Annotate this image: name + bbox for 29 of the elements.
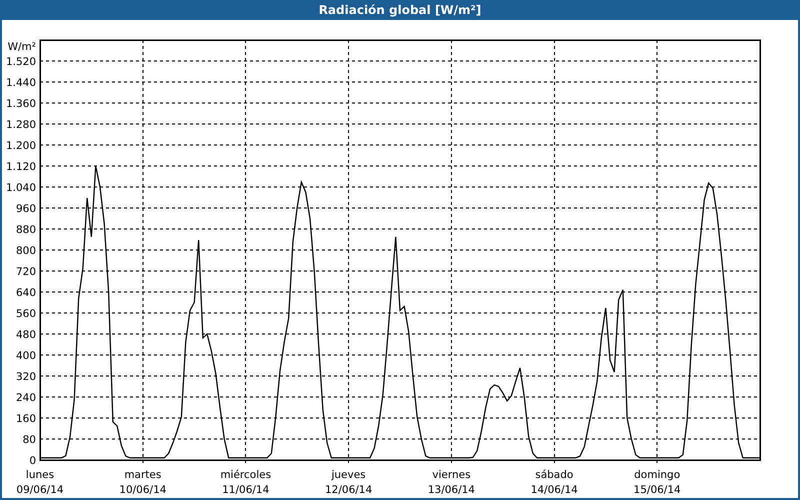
- y-tick-label: 720: [16, 266, 36, 278]
- y-tick-label: 1.120: [6, 161, 36, 173]
- y-tick-label: 800: [16, 245, 36, 257]
- y-tick-label: 640: [16, 287, 36, 299]
- y-tick-label: 560: [16, 308, 36, 320]
- x-tick-label: martes 10/06/14: [119, 469, 166, 496]
- y-tick-label: 80: [22, 434, 36, 446]
- window-title: Radiación global [W/m²]: [2, 0, 798, 20]
- x-tick-label: miércoles 11/06/14: [220, 469, 272, 496]
- y-tick-label: 1.040: [6, 182, 36, 194]
- y-tick-label: 1.280: [6, 119, 36, 131]
- y-tick-label: 1.440: [6, 77, 36, 89]
- x-tick-label: domingo 15/06/14: [634, 469, 681, 496]
- y-tick-label: 1.200: [6, 140, 36, 152]
- y-tick-label: 960: [16, 203, 36, 215]
- y-tick-label: 320: [16, 371, 36, 383]
- y-tick-label: 400: [16, 350, 36, 362]
- x-tick-label: jueves 12/06/14: [324, 469, 372, 496]
- y-tick-label: 240: [16, 392, 36, 404]
- y-tick-label: 0: [29, 455, 36, 467]
- y-tick-label: 880: [16, 224, 36, 236]
- y-tick-label: 160: [16, 413, 36, 425]
- y-axis-label: W/m²: [8, 41, 36, 53]
- x-tick-label: sábado 14/06/14: [530, 469, 578, 496]
- y-tick-label: 1.520: [6, 56, 36, 68]
- x-tick-label: viernes 13/06/14: [428, 469, 476, 496]
- y-tick-label: 1.360: [6, 98, 36, 110]
- x-tick-label: lunes 09/06/14: [16, 469, 64, 496]
- y-tick-label: 480: [16, 329, 36, 341]
